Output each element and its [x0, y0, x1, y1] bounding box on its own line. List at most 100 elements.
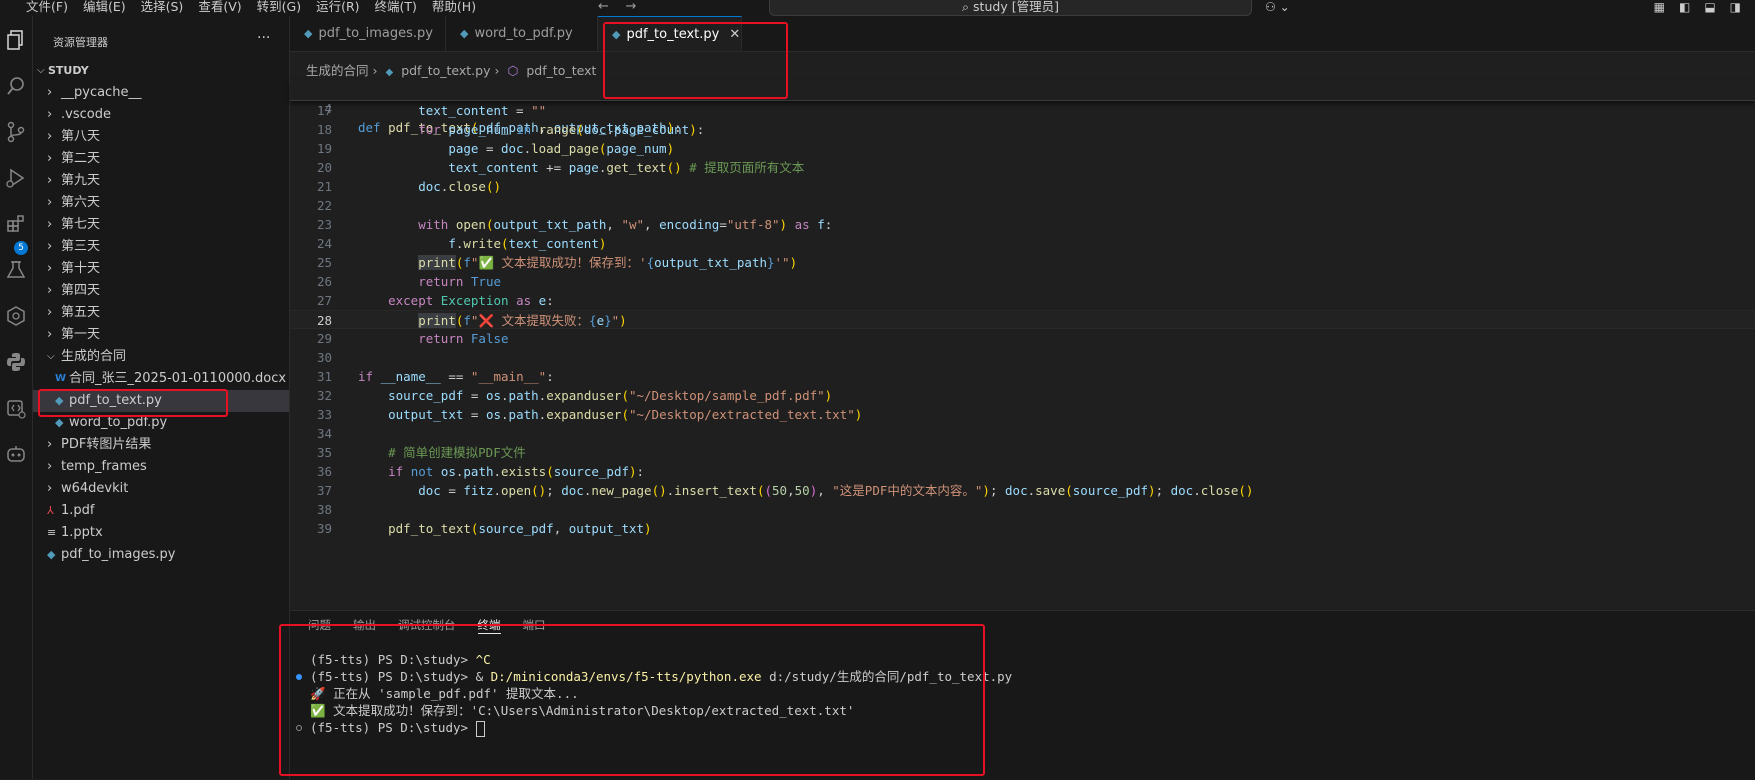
run-debug-icon[interactable]: [0, 162, 32, 194]
explorer-item[interactable]: ⅄ 1.pdf: [33, 500, 289, 522]
code-line[interactable]: 19 page = doc.load_page(page_num): [290, 139, 1755, 158]
explorer-item[interactable]: › __pycache__: [33, 82, 289, 104]
explorer-item-label: 1.pdf: [61, 503, 95, 518]
code-line[interactable]: 39 pdf_to_text(source_pdf, output_txt): [290, 519, 1755, 538]
explorer-item-label: 第二天: [61, 151, 101, 166]
current-code-line[interactable]: 28 print(f"❌ 文本提取失败：{e}"): [290, 310, 1755, 329]
explorer-item-label: 第五天: [61, 305, 101, 320]
explorer-item[interactable]: › 第六天: [33, 192, 289, 214]
chevron-right-icon: ›: [47, 129, 53, 144]
code-line[interactable]: 23 with open(output_txt_path, "w", encod…: [290, 215, 1755, 234]
source-control-icon[interactable]: [0, 116, 32, 148]
search-icon[interactable]: [0, 70, 32, 102]
layout-controls: ▦ ◧ ⬓ ◨: [1654, 0, 1741, 14]
python-icon[interactable]: [0, 346, 32, 378]
explorer-item[interactable]: › 第四天: [33, 280, 289, 302]
explorer-item-label: 第一天: [61, 327, 101, 342]
more-actions-icon[interactable]: ···: [257, 30, 270, 46]
code-line[interactable]: 33 output_txt = os.path.expanduser("~/De…: [290, 405, 1755, 424]
toggle-sidebar-icon[interactable]: ◧: [1679, 0, 1690, 14]
explorer-item[interactable]: › 第八天: [33, 126, 289, 148]
menu-bar: 文件(F) 编辑(E) 选择(S) 查看(V) 转到(G) 运行(R) 终端(T…: [26, 0, 491, 14]
code-line[interactable]: 27 except Exception as e:: [290, 291, 1755, 310]
code-line[interactable]: 37 doc = fitz.open(); doc.new_page().ins…: [290, 481, 1755, 500]
code-editor[interactable]: 4 def pdf_to_text(pdf_path, output_txt_p…: [290, 80, 1755, 538]
explorer-item[interactable]: › 第九天: [33, 170, 289, 192]
code-line[interactable]: 29 return False: [290, 329, 1755, 348]
code-line[interactable]: 18 for page_num in range(doc.page_count)…: [290, 120, 1755, 139]
tab-word-to-pdf[interactable]: ◆ word_to_pdf.py: [446, 16, 598, 51]
explorer-item-label: 第七天: [61, 217, 101, 232]
code-line[interactable]: 35 # 简单创建模拟PDF文件: [290, 443, 1755, 462]
code-line[interactable]: 17 text_content = "": [290, 101, 1755, 120]
search-icon: ⌕: [962, 0, 970, 14]
explorer-item[interactable]: ◆ pdf_to_images.py: [33, 544, 289, 566]
chevron-right-icon: ›: [47, 327, 53, 342]
explorer-item[interactable]: W 合同_张三_2025-01-0110000.docx: [33, 368, 289, 390]
testing-icon[interactable]: [0, 254, 32, 286]
menu-help[interactable]: 帮助(H): [432, 0, 484, 14]
explorer-item-label: 第六天: [61, 195, 101, 210]
tab-pdf-to-images[interactable]: ◆ pdf_to_images.py: [290, 16, 446, 51]
explorer-item[interactable]: › 第三天: [33, 236, 289, 258]
toggle-secondary-sidebar-icon[interactable]: ◨: [1730, 0, 1741, 14]
explorer-item[interactable]: ≡ 1.pptx: [33, 522, 289, 544]
code-line[interactable]: 24 f.write(text_content): [290, 234, 1755, 253]
menu-run[interactable]: 运行(R): [316, 0, 367, 14]
menu-file[interactable]: 文件(F): [26, 0, 76, 14]
customize-layout-icon[interactable]: ▦: [1654, 0, 1665, 14]
menu-view[interactable]: 查看(V): [198, 0, 249, 14]
highlight-box-selected-file: [38, 389, 228, 417]
copilot-menu-icon[interactable]: ⚇ ⌄: [1265, 0, 1290, 14]
code-line[interactable]: 38: [290, 500, 1755, 519]
code-line[interactable]: 31 if __name__ == "__main__":: [290, 367, 1755, 386]
menu-selection[interactable]: 选择(S): [141, 0, 192, 14]
docker-icon[interactable]: [0, 392, 32, 424]
sticky-scroll-line[interactable]: 4 def pdf_to_text(pdf_path, output_txt_p…: [290, 80, 1755, 135]
command-center-search[interactable]: ⌕ study [管理员]: [769, 0, 1252, 16]
forward-arrow-icon[interactable]: →: [625, 0, 636, 14]
back-arrow-icon[interactable]: ←: [598, 0, 609, 14]
breadcrumb-file[interactable]: pdf_to_text.py: [401, 63, 490, 78]
code-line[interactable]: 20 text_content += page.get_text() # 提取页…: [290, 158, 1755, 177]
code-line[interactable]: 30: [290, 348, 1755, 367]
explorer-item[interactable]: › 第二天: [33, 148, 289, 170]
menu-terminal[interactable]: 终端(T): [375, 0, 425, 14]
chevron-right-icon: ›: [47, 173, 53, 188]
workspace-root[interactable]: ⌵ STUDY: [33, 60, 289, 82]
explorer-item[interactable]: › w64devkit: [33, 478, 289, 500]
code-line[interactable]: 36 if not os.path.exists(source_pdf):: [290, 462, 1755, 481]
code-line[interactable]: 32 source_pdf = os.path.expanduser("~/De…: [290, 386, 1755, 405]
explorer-item[interactable]: › 第十天: [33, 258, 289, 280]
explorer-item[interactable]: › 第五天: [33, 302, 289, 324]
copilot-icon[interactable]: [0, 438, 32, 470]
explorer-item[interactable]: › 第七天: [33, 214, 289, 236]
remote-explorer-icon[interactable]: [0, 300, 32, 332]
breadcrumb-symbol[interactable]: pdf_to_text: [526, 63, 596, 78]
code-line[interactable]: 34: [290, 424, 1755, 443]
toggle-panel-icon[interactable]: ⬓: [1704, 0, 1715, 14]
code-line[interactable]: 25 print(f"✅ 文本提取成功！保存到：'{output_txt_pat…: [290, 253, 1755, 272]
code-line[interactable]: 21 doc.close(): [290, 177, 1755, 196]
menu-go[interactable]: 转到(G): [257, 0, 309, 14]
chevron-right-icon: ›: [47, 85, 53, 100]
pdf-file-icon: ⅄: [47, 504, 54, 517]
breadcrumb-folder[interactable]: 生成的合同: [306, 63, 369, 78]
explorer-item-label: __pycache__: [61, 85, 142, 100]
explorer-item[interactable]: › PDF转图片结果: [33, 434, 289, 456]
explorer-item[interactable]: › .vscode: [33, 104, 289, 126]
code-line[interactable]: 22: [290, 196, 1755, 215]
function-symbol-icon: ⬡: [507, 63, 519, 78]
explorer-item[interactable]: ⌵ 生成的合同: [33, 346, 289, 368]
explorer-item-label: 合同_张三_2025-01-0110000.docx: [69, 371, 287, 386]
explorer-item[interactable]: › temp_frames: [33, 456, 289, 478]
explorer-item[interactable]: › 第一天: [33, 324, 289, 346]
explorer-item-label: 第十天: [61, 261, 101, 276]
code-line[interactable]: 26 return True: [290, 272, 1755, 291]
chevron-right-icon: ›: [47, 107, 53, 122]
menu-edit[interactable]: 编辑(E): [83, 0, 134, 14]
extensions-icon[interactable]: [0, 208, 32, 240]
file-tree: ⌵ STUDY › __pycache__ › .vscode › 第八天 › 第二天 › 第九天…: [33, 60, 289, 566]
explorer-icon[interactable]: [0, 24, 32, 56]
python-file-icon: ◆: [304, 27, 313, 40]
